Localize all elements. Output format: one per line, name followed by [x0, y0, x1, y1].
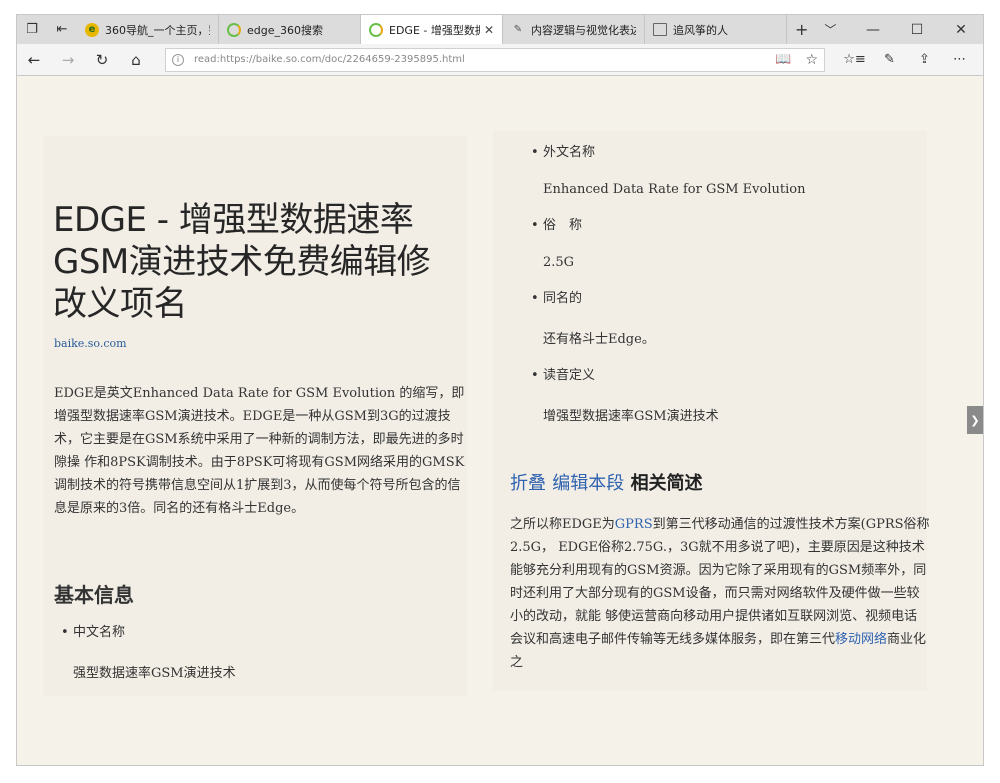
tab-kite-runner[interactable]: 追风筝的人: [645, 15, 787, 44]
tab-edge-active[interactable]: EDGE - 增强型数据 ✕: [361, 15, 503, 44]
ring-360-icon: [369, 22, 383, 37]
address-toolbar: ← → ↻ ⌂ i read:https://baike.so.com/doc/…: [16, 44, 984, 76]
source-link[interactable]: baike.so.com: [54, 337, 127, 350]
tab-manager-icon[interactable]: ❐: [17, 15, 47, 44]
close-window-icon[interactable]: ✕: [939, 15, 983, 44]
edit-section-link[interactable]: 编辑本段: [552, 473, 624, 494]
next-page-arrow-icon[interactable]: ❯: [967, 406, 983, 434]
info-label: 中文名称: [61, 624, 453, 642]
section-title: 相关简述: [630, 473, 703, 494]
back-icon[interactable]: ←: [17, 51, 51, 69]
web-note-icon[interactable]: ✎: [872, 52, 907, 67]
favorites-hub-icon[interactable]: ☆≡: [837, 52, 872, 67]
ring-360-icon: [227, 22, 241, 37]
more-options-icon[interactable]: ⋯: [942, 52, 977, 67]
close-tab-icon[interactable]: ✕: [484, 23, 494, 37]
favorite-star-icon[interactable]: ☆: [805, 52, 818, 68]
list-item: 外文名称 Enhanced Data Rate for GSM Evolutio…: [531, 144, 933, 197]
list-item: 俗 称 2.5G: [531, 217, 933, 270]
forward-icon[interactable]: →: [51, 51, 85, 69]
pen-icon: ✎: [513, 24, 523, 35]
tab-strip: ❐ ⇤ e 360导航_一个主页，整 edge_360搜索 EDGE - 增强型…: [16, 14, 984, 44]
chevron-down-icon[interactable]: ﹀: [816, 15, 844, 44]
basic-info-list-left: 中文名称 强型数据速率GSM演进技术: [61, 624, 453, 681]
refresh-icon[interactable]: ↻: [85, 51, 119, 69]
info-label: 外文名称: [531, 144, 933, 162]
tab-360-nav[interactable]: e 360导航_一个主页，整: [77, 15, 219, 44]
info-value: 增强型数据速率GSM演进技术: [543, 409, 719, 424]
section-text: 之所以称EDGE为: [510, 517, 615, 532]
list-item: 同名的 还有格斗士Edge。: [531, 290, 933, 347]
page-title: EDGE - 增强型数据速率GSM演进技术免费编辑修改义项名: [53, 200, 431, 324]
tab-360-search[interactable]: edge_360搜索: [219, 15, 361, 44]
reading-view: EDGE - 增强型数据速率GSM演进技术免费编辑修改义项名 baike.so.…: [16, 76, 984, 766]
list-item: 读音定义 增强型数据速率GSM演进技术: [531, 367, 933, 424]
tab-label: 360导航_一个主页，整: [105, 23, 210, 37]
info-value: 强型数据速率GSM演进技术: [73, 666, 236, 681]
tab-label: edge_360搜索: [247, 23, 323, 37]
section-paragraph: 之所以称EDGE为GPRS到第三代移动通信的过渡性技术方案(GPRS俗称2.5G…: [510, 513, 930, 674]
info-label: 俗 称: [531, 217, 933, 235]
maximize-icon[interactable]: ☐: [895, 15, 939, 44]
address-url[interactable]: read:https://baike.so.com/doc/2264659-23…: [194, 54, 775, 65]
gprs-link[interactable]: GPRS: [615, 517, 653, 532]
info-label: 同名的: [531, 290, 933, 308]
info-value: 2.5G: [543, 255, 575, 270]
set-aside-tabs-icon[interactable]: ⇤: [47, 15, 77, 44]
doc-icon: [653, 23, 667, 36]
list-item: 中文名称 强型数据速率GSM演进技术: [61, 624, 453, 681]
share-icon[interactable]: ⇪: [907, 52, 942, 67]
yellow-360-icon: e: [85, 22, 99, 37]
new-tab-icon[interactable]: +: [787, 15, 816, 44]
info-label: 读音定义: [531, 367, 933, 385]
tab-label: EDGE - 增强型数据: [389, 23, 480, 37]
tab-content-logic[interactable]: ✎ 内容逻辑与视觉化表达: [503, 15, 645, 44]
basic-info-heading: 基本信息: [54, 583, 134, 607]
mobile-network-link[interactable]: 移动网络: [835, 632, 887, 647]
browser-window: ❐ ⇤ e 360导航_一个主页，整 edge_360搜索 EDGE - 增强型…: [0, 0, 1000, 783]
tab-label: 内容逻辑与视觉化表达: [531, 23, 636, 37]
home-icon[interactable]: ⌂: [119, 51, 153, 69]
intro-paragraph: EDGE是英文Enhanced Data Rate for GSM Evolut…: [54, 386, 465, 516]
info-value: 还有格斗士Edge。: [543, 332, 655, 347]
section-text: 到第三代移动通信的过渡性技术方案(GPRS俗称2.5G， EDGE俗称2.75G…: [510, 517, 930, 647]
reading-view-icon[interactable]: 📖: [775, 52, 791, 67]
address-bar[interactable]: i read:https://baike.so.com/doc/2264659-…: [165, 47, 825, 72]
section-heading: 折叠 编辑本段 相关简述: [510, 469, 703, 495]
fold-link[interactable]: 折叠: [510, 473, 546, 494]
info-icon[interactable]: i: [172, 53, 184, 66]
info-value: Enhanced Data Rate for GSM Evolution: [543, 182, 806, 197]
basic-info-list-right: 外文名称 Enhanced Data Rate for GSM Evolutio…: [531, 144, 933, 444]
tab-label: 追风筝的人: [673, 23, 728, 37]
minimize-icon[interactable]: —: [851, 15, 895, 44]
